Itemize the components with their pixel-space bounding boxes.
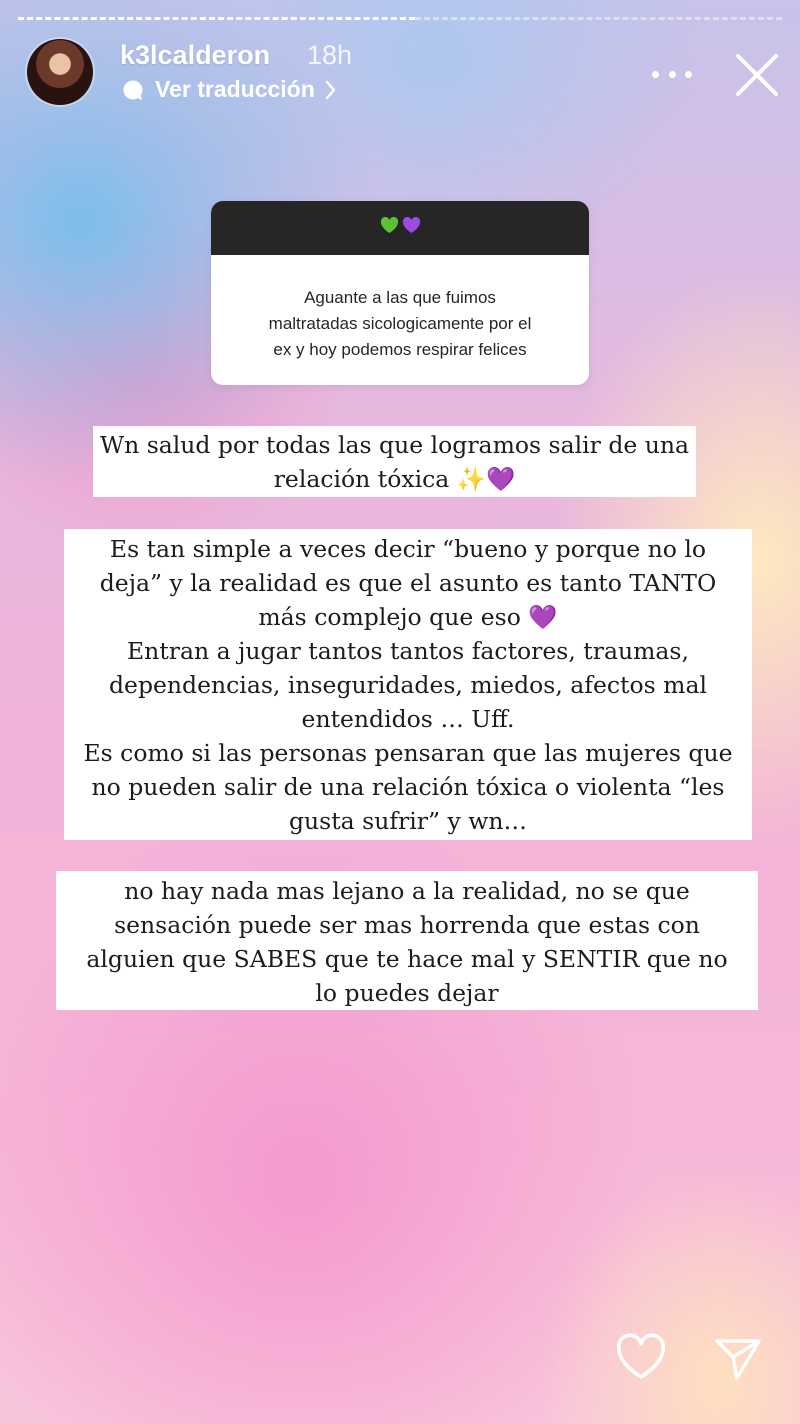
text-line: deja” y la realidad es que el asunto es … bbox=[99, 569, 717, 597]
question-line: maltratadas sicologicamente por el bbox=[268, 314, 532, 333]
progress-segment-remaining bbox=[415, 17, 782, 23]
translate-link[interactable]: Ver traducción bbox=[121, 76, 337, 103]
close-icon[interactable] bbox=[734, 52, 780, 98]
question-sticker-header bbox=[211, 201, 589, 255]
green-heart-icon bbox=[380, 216, 399, 239]
text-line: Wn salud por todas las que logramos sali… bbox=[99, 431, 690, 459]
more-options-icon[interactable] bbox=[652, 62, 692, 86]
story-text-box-2: Es tan simple a veces decir “bueno y por… bbox=[64, 529, 752, 840]
chat-bubble-icon bbox=[121, 78, 145, 102]
text-line: sensación puede ser mas horrenda que est… bbox=[114, 911, 700, 939]
text-line: más complejo que eso 💜 bbox=[258, 603, 558, 631]
question-sticker-text: Aguante a las que fuimos maltratadas sic… bbox=[211, 255, 589, 363]
purple-heart-icon bbox=[402, 216, 421, 239]
progress-segment-viewed bbox=[18, 17, 416, 23]
translate-label: Ver traducción bbox=[155, 76, 315, 102]
text-line: gusta sufrir” y wn… bbox=[288, 807, 528, 835]
text-line: dependencias, inseguridades, miedos, afe… bbox=[109, 671, 707, 699]
chevron-right-icon bbox=[325, 80, 337, 100]
question-sticker: Aguante a las que fuimos maltratadas sic… bbox=[211, 201, 589, 385]
text-line: Es tan simple a veces decir “bueno y por… bbox=[109, 535, 707, 563]
heart-icon[interactable] bbox=[614, 1333, 668, 1383]
username[interactable]: k3lcalderon bbox=[120, 40, 270, 71]
send-icon[interactable] bbox=[712, 1333, 764, 1383]
story-progress-bar bbox=[18, 17, 782, 21]
question-line: Aguante a las que fuimos bbox=[304, 288, 496, 307]
text-line: alguien que SABES que te hace mal y SENT… bbox=[86, 945, 728, 973]
text-line: Es como si las personas pensaran que las… bbox=[83, 739, 733, 767]
question-line: ex y hoy podemos respirar felices bbox=[273, 340, 527, 359]
text-line: relación tóxica ✨💜 bbox=[273, 465, 516, 493]
text-line: Entran a jugar tantos tantos factores, t… bbox=[127, 637, 689, 665]
story-text-box-3: no hay nada mas lejano a la realidad, no… bbox=[56, 871, 758, 1010]
text-line: entendidos … Uff. bbox=[301, 705, 515, 733]
time-ago: 18h bbox=[307, 40, 353, 70]
story-text-box-1: Wn salud por todas las que logramos sali… bbox=[93, 426, 696, 497]
text-line: lo puedes dejar bbox=[315, 979, 499, 1007]
text-line: no pueden salir de una relación tóxica o… bbox=[91, 773, 725, 801]
text-line: no hay nada mas lejano a la realidad, no… bbox=[124, 877, 690, 905]
avatar[interactable] bbox=[27, 39, 93, 105]
